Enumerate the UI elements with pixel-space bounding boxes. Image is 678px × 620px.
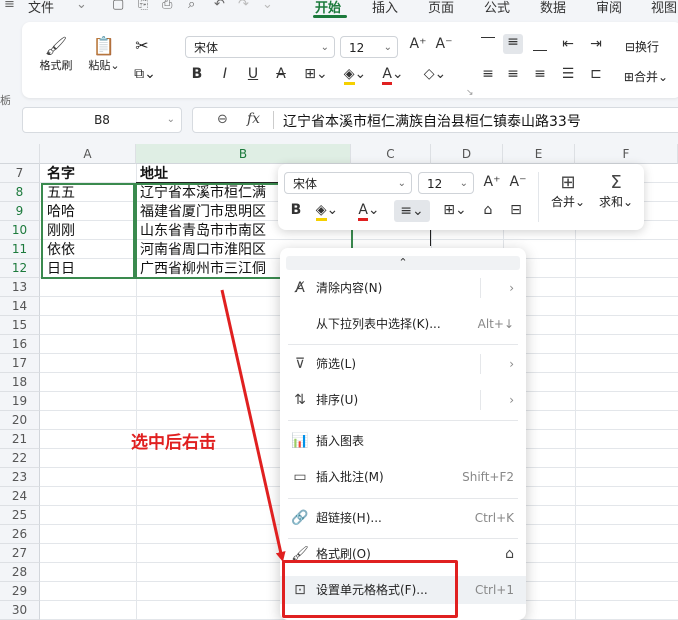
annotation-highlight-box bbox=[282, 560, 458, 618]
arrow-line bbox=[220, 289, 286, 562]
annotation-arrow bbox=[220, 289, 286, 562]
